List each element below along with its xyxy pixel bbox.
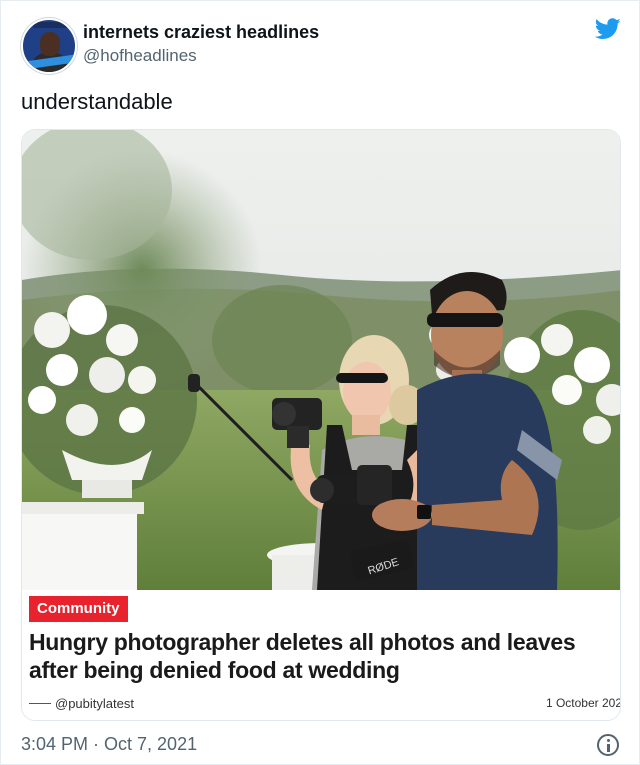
tweet-text: understandable xyxy=(21,89,173,114)
article-headline: Hungry photographer deletes all photos a… xyxy=(29,629,576,683)
author-handle[interactable]: @hofheadlines xyxy=(83,46,197,66)
tweet-card: internets craziest headlines @hofheadlin… xyxy=(0,0,640,765)
article-date: 1 October 202 xyxy=(545,696,621,710)
embedded-article-image[interactable]: RØDE Community Hungry photographer delet… xyxy=(21,129,621,721)
category-badge: Community xyxy=(29,596,128,622)
twitter-bird-icon[interactable] xyxy=(595,18,621,40)
tweet-timestamp[interactable]: 3:04 PM · Oct 7, 2021 xyxy=(21,734,197,755)
tweet-header: internets craziest headlines @hofheadlin… xyxy=(21,18,621,74)
wedding-photo: RØDE xyxy=(22,130,620,590)
article-caption: Community Hungry photographer deletes al… xyxy=(22,590,621,720)
article-byline: @pubitylatest xyxy=(55,696,134,711)
byline-divider xyxy=(29,703,51,704)
author-name[interactable]: internets craziest headlines xyxy=(83,22,319,43)
avatar[interactable] xyxy=(21,18,77,74)
info-icon[interactable] xyxy=(597,734,619,756)
